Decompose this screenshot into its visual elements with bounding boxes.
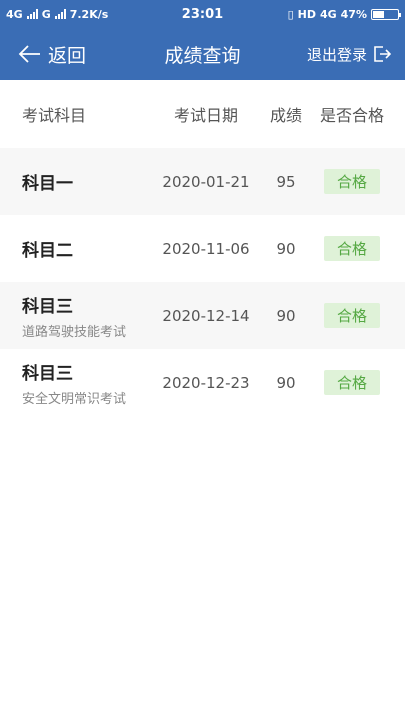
hd-indicator: HD: [297, 7, 316, 21]
subject-cell: 科目三 安全文明常识考试: [22, 359, 152, 407]
network-speed: 7.2K/s: [69, 7, 109, 21]
logout-label: 退出登录: [306, 45, 367, 64]
table-row[interactable]: 科目三 安全文明常识考试 2020-12-23 90 合格: [0, 349, 405, 416]
subject-subtitle: 道路驾驶技能考试: [22, 324, 127, 340]
column-header-date: 考试日期: [173, 106, 238, 125]
signal-icon: [26, 9, 38, 19]
score-list: 科目一 2020-01-21 95 合格 科目二 2020-11-06 90 合…: [0, 148, 405, 416]
subject-name: 科目一: [22, 174, 73, 194]
subject-name: 科目二: [22, 241, 73, 261]
exam-date: 2020-12-14: [162, 306, 250, 325]
pass-cell: 合格: [312, 370, 392, 395]
battery-icon: [371, 8, 401, 20]
signal-icon-2: [54, 9, 66, 19]
score-query-screen: 4G G 7.2K/s 23:01 ▯ HD 4G 47% 返回 成绩查询 退出…: [0, 0, 405, 720]
subject-name: 科目三: [22, 296, 73, 317]
status-left: 4G G 7.2K/s: [6, 8, 108, 21]
pass-cell: 合格: [312, 236, 392, 261]
exam-score: 95: [276, 172, 296, 191]
status-badge: 合格: [323, 370, 380, 395]
exam-score: 90: [276, 306, 296, 325]
exam-score: 90: [276, 373, 296, 392]
network-type-1: 4G: [6, 7, 23, 21]
subject-subtitle: 安全文明常识考试: [22, 391, 127, 407]
column-header-pass: 是否合格: [319, 106, 384, 125]
back-button[interactable]: 返回: [18, 41, 86, 68]
exam-date: 2020-12-23: [162, 373, 250, 392]
column-header-score: 成绩: [269, 106, 302, 125]
column-header-subject: 考试科目: [22, 106, 87, 125]
pass-cell: 合格: [312, 303, 392, 328]
battery-level: [373, 10, 385, 18]
header: 返回 成绩查询 退出登录: [0, 28, 405, 80]
table-row[interactable]: 科目二 2020-11-06 90 合格: [0, 215, 405, 282]
exam-date: 2020-01-21: [162, 172, 250, 191]
back-label: 返回: [48, 44, 87, 67]
vibrate-icon: ▯: [287, 7, 294, 21]
arrow-left-icon: [18, 45, 40, 63]
top-bar: 4G G 7.2K/s 23:01 ▯ HD 4G 47% 返回 成绩查询 退出…: [0, 0, 405, 80]
network-type-right: 4G: [319, 7, 337, 21]
table-row[interactable]: 科目一 2020-01-21 95 合格: [0, 148, 405, 215]
status-badge: 合格: [323, 169, 380, 194]
status-bar: 4G G 7.2K/s 23:01 ▯ HD 4G 47%: [0, 0, 405, 28]
subject-cell: 科目一: [22, 169, 152, 194]
subject-name: 科目三: [22, 363, 73, 384]
exam-score: 90: [276, 239, 296, 258]
table-row[interactable]: 科目三 道路驾驶技能考试 2020-12-14 90 合格: [0, 282, 405, 349]
logout-button[interactable]: 退出登录: [307, 44, 391, 65]
subject-cell: 科目三 道路驾驶技能考试: [22, 292, 152, 340]
status-badge: 合格: [323, 236, 380, 261]
battery-percent: 47%: [340, 7, 367, 21]
subject-cell: 科目二: [22, 236, 152, 261]
table-header: 考试科目 考试日期 成绩 是否合格: [0, 80, 405, 148]
exam-date: 2020-11-06: [162, 239, 250, 258]
logout-icon: [374, 46, 391, 62]
pass-cell: 合格: [312, 169, 392, 194]
status-right: ▯ HD 4G 47%: [287, 7, 401, 21]
network-type-2: G: [41, 7, 51, 21]
status-badge: 合格: [323, 303, 380, 328]
